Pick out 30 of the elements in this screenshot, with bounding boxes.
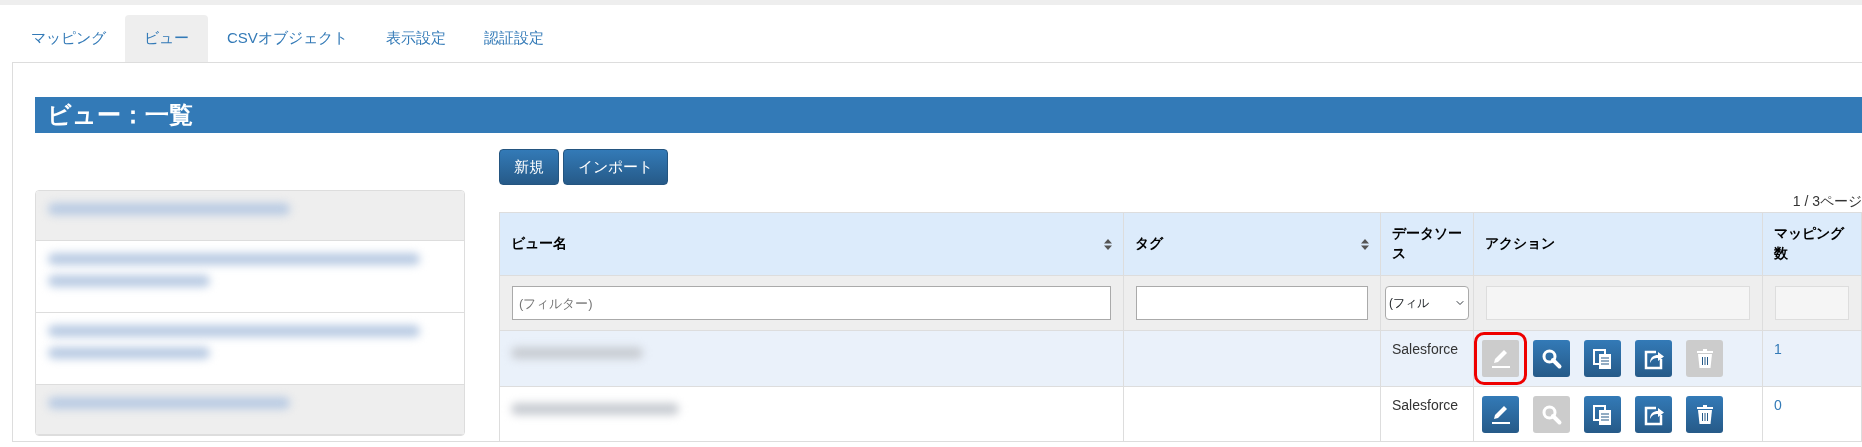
table-cell: 1 bbox=[1774, 341, 1782, 357]
view-button[interactable] bbox=[1533, 340, 1570, 377]
filter-field[interactable] bbox=[1136, 286, 1368, 320]
tab[interactable]: マッピング bbox=[12, 15, 125, 62]
column-header: マッピング数 bbox=[1774, 224, 1846, 263]
table-cell: 0 bbox=[1774, 397, 1782, 413]
page-title: ビュー：一覧 bbox=[35, 96, 1862, 133]
page-counter: 1 / 3ページ bbox=[1792, 193, 1862, 209]
edit-button[interactable] bbox=[1482, 396, 1519, 433]
delete-button[interactable] bbox=[1686, 396, 1723, 433]
filter-dropdown[interactable]: (フィル bbox=[1385, 286, 1469, 320]
table-cell: Salesforce bbox=[1392, 341, 1459, 357]
column-header: タグ bbox=[1135, 234, 1163, 254]
tab[interactable]: 表示設定 bbox=[366, 15, 465, 62]
tab[interactable]: ビュー bbox=[125, 15, 208, 62]
sort-icon[interactable] bbox=[1104, 238, 1112, 250]
tab[interactable]: 認証設定 bbox=[464, 15, 563, 62]
export-button[interactable] bbox=[1635, 340, 1672, 377]
export-button[interactable] bbox=[1635, 396, 1672, 433]
tab[interactable]: CSVオブジェクト bbox=[208, 15, 367, 62]
toolbar-button[interactable]: インポート bbox=[563, 148, 668, 185]
toolbar-button[interactable]: 新規 bbox=[499, 148, 559, 185]
column-header: アクション bbox=[1485, 234, 1555, 254]
copy-button[interactable] bbox=[1584, 396, 1621, 433]
filter-field[interactable]: (フィルター) bbox=[512, 286, 1111, 320]
table-cell: Salesforce bbox=[1392, 397, 1459, 413]
sort-icon[interactable] bbox=[1361, 238, 1369, 250]
column-header: ビュー名 bbox=[511, 234, 567, 254]
column-header: データソース bbox=[1392, 224, 1462, 263]
copy-button[interactable] bbox=[1584, 340, 1621, 377]
